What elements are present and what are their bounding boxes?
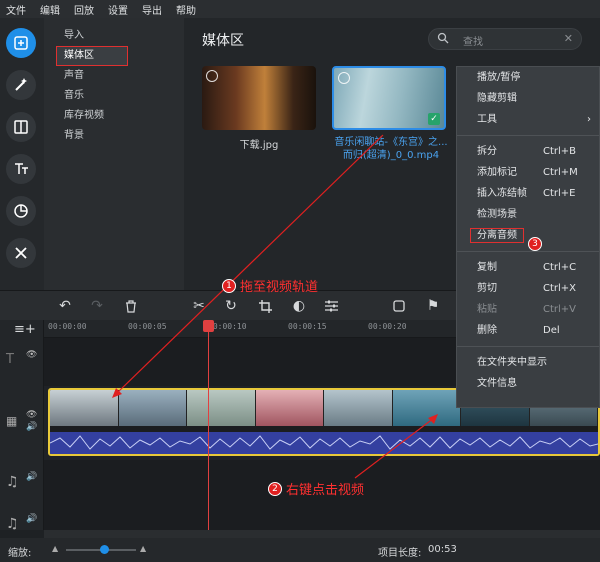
zoom-out-icon[interactable]: ▲ — [52, 544, 58, 553]
zoom-slider-handle[interactable] — [100, 545, 109, 554]
zoom-label: 缩放: — [8, 548, 32, 559]
zoom-in-icon[interactable]: ▲ — [140, 544, 146, 553]
annotation-step-1: 1 拖至视频轨道 — [222, 276, 318, 295]
project-length-value: 00:53 — [428, 544, 457, 555]
status-bar: 缩放: ▲ ▲ 项目长度: 00:53 — [0, 538, 600, 562]
project-length-label: 项目长度: — [378, 548, 422, 559]
video-editor-window: 文件 编辑 回放 设置 导出 帮助 导入 媒体区 声音 音乐 库存视频 背景 媒… — [0, 0, 600, 562]
annotation-step-2: 2 右键点击视频 — [268, 479, 364, 498]
annotation-step-3: 3 — [528, 237, 546, 251]
